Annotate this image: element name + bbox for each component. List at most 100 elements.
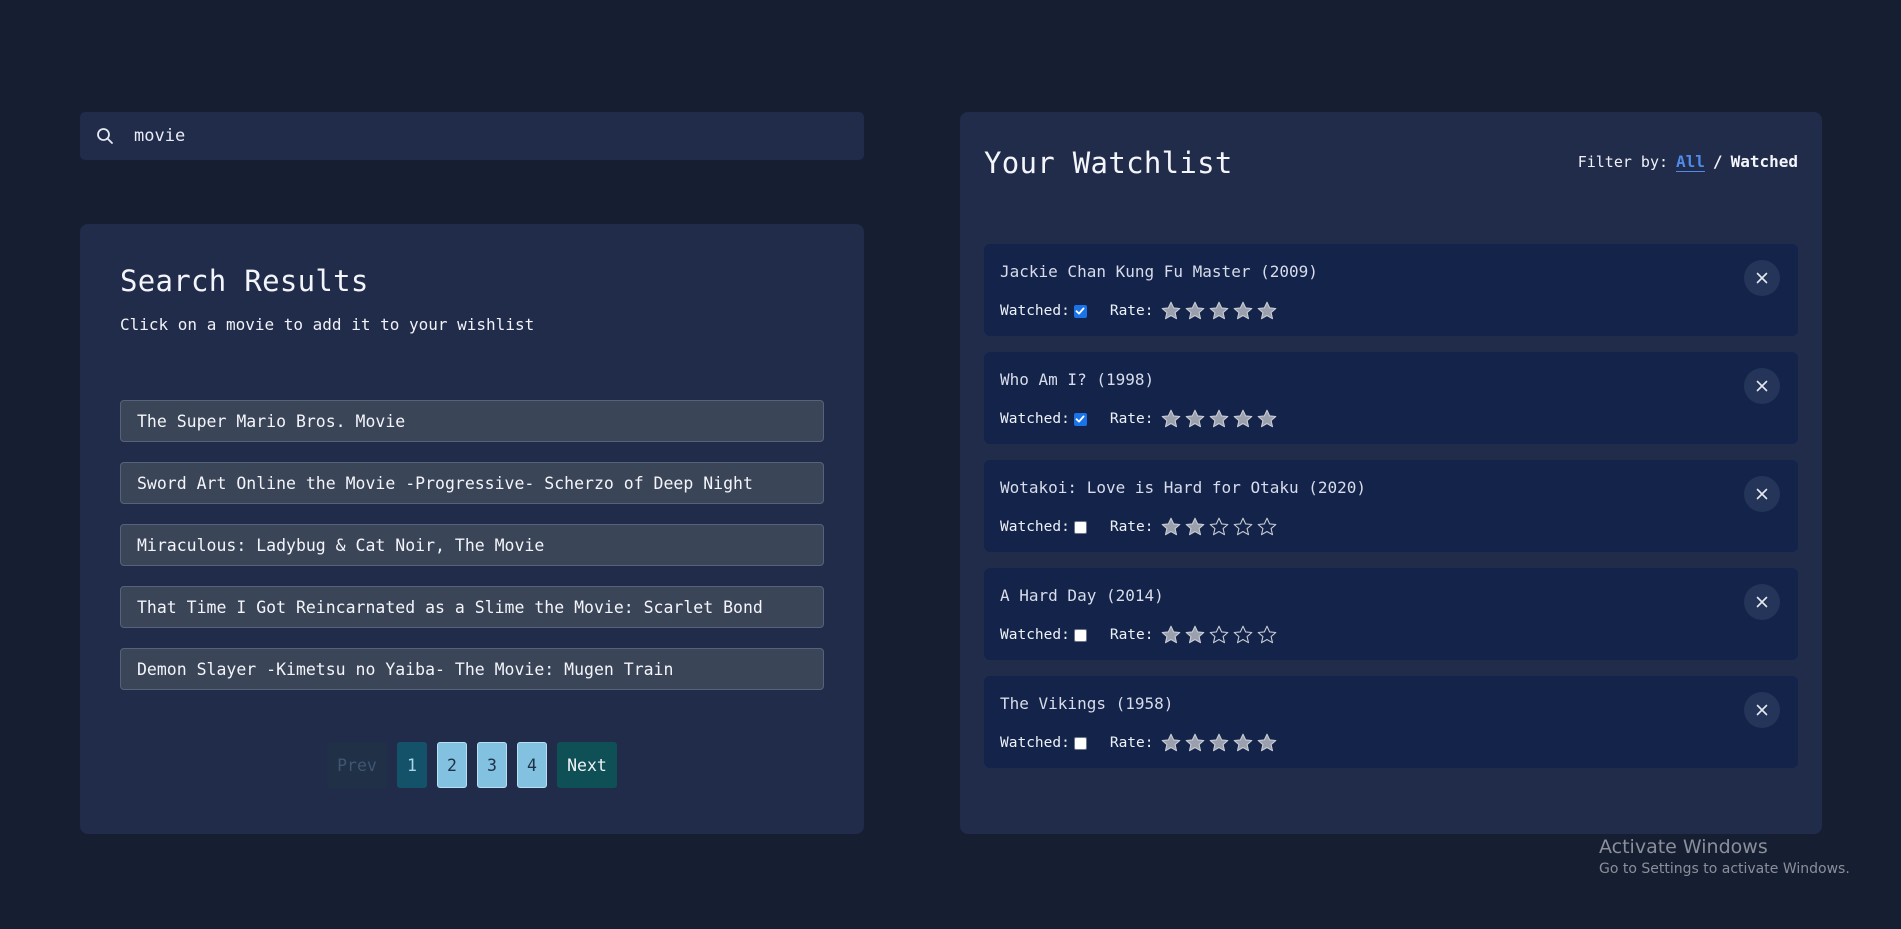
star-icon[interactable] <box>1232 408 1254 430</box>
search-results-subtitle: Click on a movie to add it to your wishl… <box>120 315 535 334</box>
star-icon[interactable] <box>1160 516 1182 538</box>
watched-checkbox[interactable] <box>1073 736 1087 750</box>
page-button-1[interactable]: 1 <box>397 742 427 788</box>
remove-button[interactable] <box>1744 368 1780 404</box>
star-icon[interactable] <box>1256 624 1278 646</box>
star-icon[interactable] <box>1160 300 1182 322</box>
watchlist-item-title: Wotakoi: Love is Hard for Otaku (2020) <box>1000 478 1367 497</box>
search-icon <box>94 125 116 147</box>
close-icon <box>1756 596 1768 608</box>
star-icon[interactable] <box>1232 624 1254 646</box>
star-icon[interactable] <box>1232 516 1254 538</box>
next-button[interactable]: Next <box>557 742 617 788</box>
watchlist-item: Who Am I? (1998) Watched: Rate: <box>984 352 1798 444</box>
rating-stars <box>1160 300 1278 322</box>
watchlist-item-title: Who Am I? (1998) <box>1000 370 1155 389</box>
rating-stars <box>1160 516 1278 538</box>
page-button-4[interactable]: 4 <box>517 742 547 788</box>
star-icon[interactable] <box>1232 300 1254 322</box>
watchlist-item-title: The Vikings (1958) <box>1000 694 1174 713</box>
watched-checkbox[interactable] <box>1073 412 1087 426</box>
watchlist-item: Jackie Chan Kung Fu Master (2009) Watched… <box>984 244 1798 336</box>
star-icon[interactable] <box>1256 300 1278 322</box>
page-button-3[interactable]: 3 <box>477 742 507 788</box>
rate-label: Rate: <box>1109 519 1154 535</box>
star-icon[interactable] <box>1232 732 1254 754</box>
watched-label: Watched: <box>1000 519 1070 535</box>
watermark-title: Activate Windows <box>1599 836 1768 858</box>
star-icon[interactable] <box>1184 408 1206 430</box>
rate-label: Rate: <box>1109 627 1154 643</box>
filter-label: Filter by: <box>1577 153 1669 171</box>
rating-stars <box>1160 408 1278 430</box>
star-icon[interactable] <box>1184 624 1206 646</box>
filter-all-link[interactable]: All <box>1676 152 1705 171</box>
star-icon[interactable] <box>1256 408 1278 430</box>
rating-stars <box>1160 732 1278 754</box>
watchlist-title: Your Watchlist <box>984 146 1233 180</box>
watched-label: Watched: <box>1000 735 1070 751</box>
rating-stars <box>1160 624 1278 646</box>
filter-separator: / <box>1712 152 1723 171</box>
watchlist-list: Jackie Chan Kung Fu Master (2009) Watched… <box>984 244 1798 784</box>
watchlist-item-meta: Watched: Rate: <box>1000 300 1278 322</box>
list-item[interactable]: Demon Slayer -Kimetsu no Yaiba- The Movi… <box>120 648 824 690</box>
watchlist-item-title: A Hard Day (2014) <box>1000 586 1164 605</box>
star-icon[interactable] <box>1184 300 1206 322</box>
remove-button[interactable] <box>1744 476 1780 512</box>
watchlist-item-title: Jackie Chan Kung Fu Master (2009) <box>1000 262 1318 281</box>
star-icon[interactable] <box>1208 624 1230 646</box>
watchlist-panel: Your Watchlist Filter by: All / Watched … <box>960 112 1822 834</box>
watchlist-item-meta: Watched: Rate: <box>1000 732 1278 754</box>
list-item[interactable]: Miraculous: Ladybug & Cat Noir, The Movi… <box>120 524 824 566</box>
watchlist-item-meta: Watched: Rate: <box>1000 516 1278 538</box>
watched-checkbox[interactable] <box>1073 520 1087 534</box>
watchlist-item: A Hard Day (2014) Watched: Rate: <box>984 568 1798 660</box>
watchlist-item: Wotakoi: Love is Hard for Otaku (2020) Wa… <box>984 460 1798 552</box>
watermark-subtitle: Go to Settings to activate Windows. <box>1599 861 1850 877</box>
star-icon[interactable] <box>1184 516 1206 538</box>
close-icon <box>1756 380 1768 392</box>
star-icon[interactable] <box>1160 624 1182 646</box>
close-icon <box>1756 272 1768 284</box>
remove-button[interactable] <box>1744 584 1780 620</box>
search-results-panel: Search Results Click on a movie to add i… <box>80 224 864 834</box>
filter-watched-link[interactable]: Watched <box>1731 152 1798 171</box>
star-icon[interactable] <box>1256 732 1278 754</box>
app-root: Search Results Click on a movie to add i… <box>0 0 1901 929</box>
watched-label: Watched: <box>1000 303 1070 319</box>
search-results-title: Search Results <box>120 264 369 298</box>
star-icon[interactable] <box>1208 408 1230 430</box>
star-icon[interactable] <box>1160 408 1182 430</box>
rate-label: Rate: <box>1109 735 1154 751</box>
watchlist-item: The Vikings (1958) Watched: Rate: <box>984 676 1798 768</box>
star-icon[interactable] <box>1256 516 1278 538</box>
watched-checkbox[interactable] <box>1073 628 1087 642</box>
list-item[interactable]: The Super Mario Bros. Movie <box>120 400 824 442</box>
list-item[interactable]: Sword Art Online the Movie -Progressive-… <box>120 462 824 504</box>
rate-label: Rate: <box>1109 411 1154 427</box>
watched-label: Watched: <box>1000 627 1070 643</box>
pagination: Prev 1 2 3 4 Next <box>80 742 864 788</box>
star-icon[interactable] <box>1160 732 1182 754</box>
watchlist-item-meta: Watched: Rate: <box>1000 624 1278 646</box>
remove-button[interactable] <box>1744 692 1780 728</box>
star-icon[interactable] <box>1208 300 1230 322</box>
star-icon[interactable] <box>1208 732 1230 754</box>
page-button-2[interactable]: 2 <box>437 742 467 788</box>
windows-activation-watermark: Activate Windows Go to Settings to activ… <box>1599 836 1850 877</box>
watchlist-item-meta: Watched: Rate: <box>1000 408 1278 430</box>
prev-button[interactable]: Prev <box>327 742 387 788</box>
search-results-list: The Super Mario Bros. Movie Sword Art On… <box>120 400 824 710</box>
star-icon[interactable] <box>1184 732 1206 754</box>
watched-label: Watched: <box>1000 411 1070 427</box>
search-bar <box>80 112 864 160</box>
remove-button[interactable] <box>1744 260 1780 296</box>
watchlist-filter: Filter by: All / Watched <box>1578 152 1798 171</box>
close-icon <box>1756 488 1768 500</box>
star-icon[interactable] <box>1208 516 1230 538</box>
search-input[interactable] <box>134 126 784 146</box>
watched-checkbox[interactable] <box>1073 304 1087 318</box>
close-icon <box>1756 704 1768 716</box>
list-item[interactable]: That Time I Got Reincarnated as a Slime … <box>120 586 824 628</box>
